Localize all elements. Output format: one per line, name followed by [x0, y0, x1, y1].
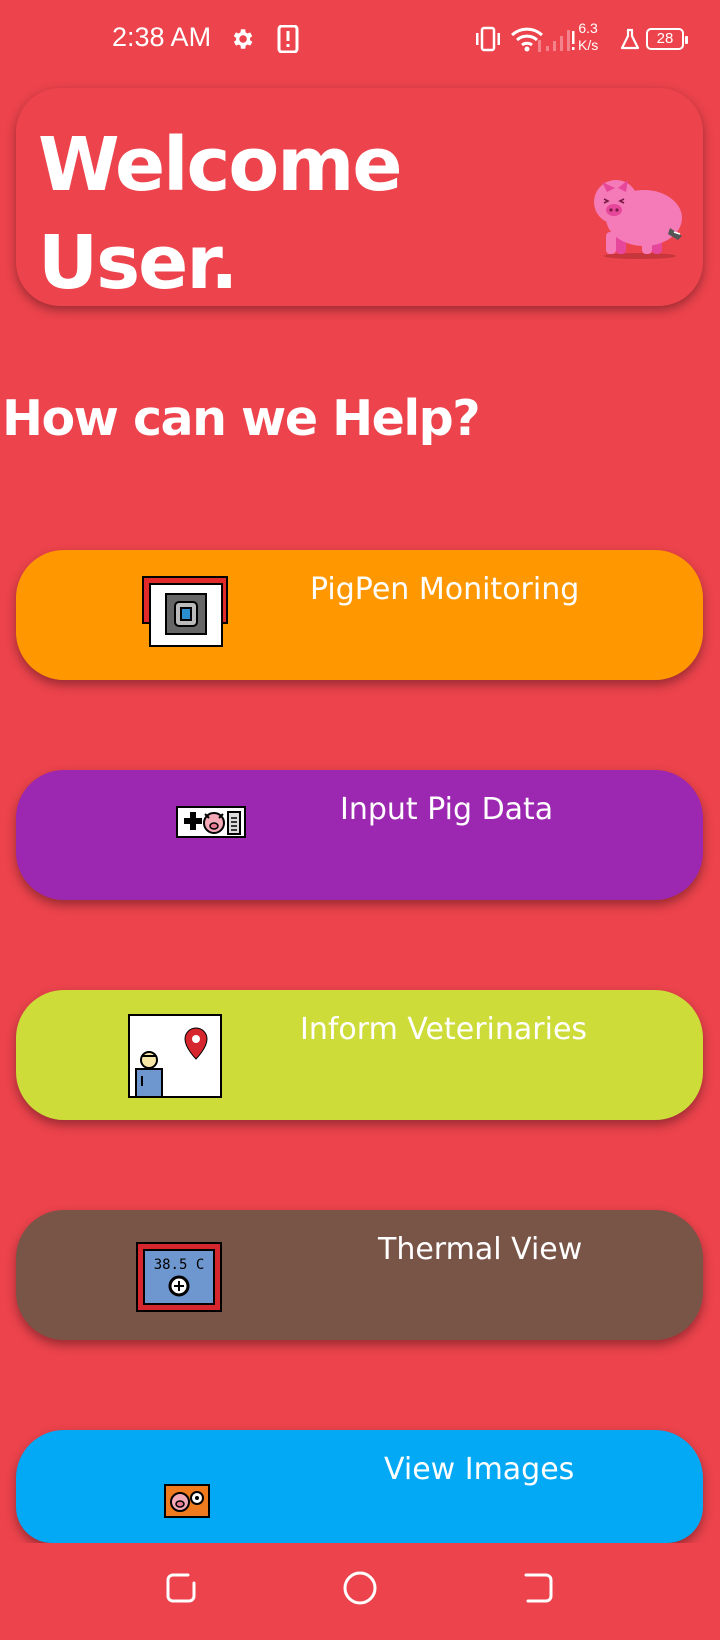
welcome-line-2: User. — [38, 220, 238, 306]
gear-icon — [229, 26, 255, 56]
input-pig-data-button[interactable]: Input Pig Data — [16, 770, 703, 900]
flask-icon — [620, 28, 640, 54]
help-heading: How can we Help? — [2, 390, 481, 447]
wifi-icon — [510, 26, 544, 56]
vibrate-icon — [474, 26, 502, 56]
menu-label-inform-veterinaries: Inform Veterinaries — [300, 1012, 588, 1047]
battery-level: 28 — [656, 30, 674, 47]
status-bar: 2:38 AM 6.3 K/s 28 — [0, 0, 720, 80]
welcome-title: Welcome User. — [38, 116, 458, 312]
inform-veterinaries-button[interactable]: Inform Veterinaries — [16, 990, 703, 1120]
battery-icon: 28 — [646, 28, 688, 50]
thermal-icon-reading: 38.5 C — [154, 1257, 205, 1273]
menu-label-thermal-view: Thermal View — [378, 1232, 583, 1267]
menu-label-input-pig-data: Input Pig Data — [340, 792, 554, 827]
status-time: 2:38 AM — [112, 22, 212, 52]
welcome-line-1: Welcome — [38, 122, 403, 208]
vet-location-icon — [128, 1014, 222, 1102]
pig-mascot-icon — [590, 172, 690, 266]
net-speed-unit: K/s — [578, 37, 599, 53]
pig-data-icon — [176, 806, 246, 842]
camera-monitor-icon — [142, 576, 228, 652]
back-icon[interactable] — [522, 1571, 556, 1609]
thermal-view-button[interactable]: 38.5 C Thermal View — [16, 1210, 703, 1340]
thermometer-display-icon: 38.5 C — [136, 1242, 222, 1316]
battery-nub — [685, 36, 688, 44]
menu-label-view-images: View Images — [384, 1452, 575, 1487]
home-icon[interactable] — [342, 1571, 378, 1611]
navigation-bar — [0, 1543, 720, 1640]
pig-image-icon — [164, 1484, 210, 1522]
menu-label-pigpen-monitoring: PigPen Monitoring — [310, 572, 580, 607]
net-speed-value: 6.3 — [578, 20, 598, 36]
view-images-button[interactable]: View Images — [16, 1430, 703, 1543]
recent-apps-icon[interactable] — [164, 1571, 198, 1609]
signal-icon — [545, 26, 575, 56]
phone-alert-icon — [277, 24, 299, 57]
pigpen-monitoring-button[interactable]: PigPen Monitoring — [16, 550, 703, 680]
welcome-card: Welcome User. — [16, 88, 703, 306]
net-speed: 6.3 K/s — [578, 20, 598, 54]
